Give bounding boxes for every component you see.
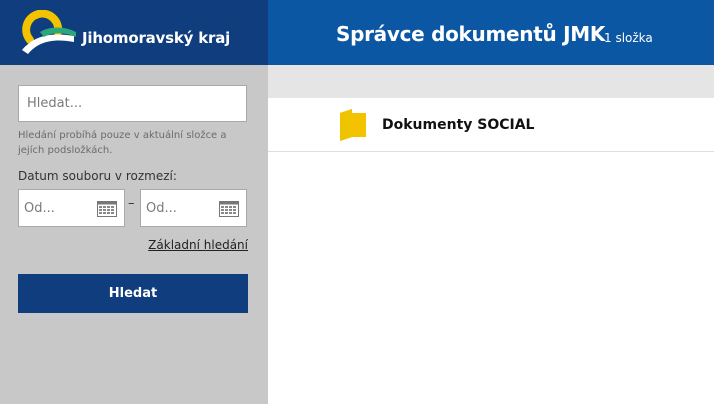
search-button[interactable]: Hledat bbox=[18, 274, 248, 313]
folder-count: 1 složka bbox=[604, 31, 653, 45]
date-range-label: Datum souboru v rozmezí: bbox=[18, 169, 177, 183]
date-from-field[interactable] bbox=[18, 189, 125, 227]
brand-name: Jihomoravský kraj bbox=[82, 29, 231, 47]
content-toolbar bbox=[268, 65, 714, 98]
search-sidebar: Hledání probíhá pouze v aktuální složce … bbox=[0, 65, 268, 404]
date-from-input[interactable] bbox=[19, 190, 95, 226]
calendar-icon[interactable] bbox=[97, 201, 117, 217]
calendar-icon[interactable] bbox=[219, 201, 239, 217]
list-item[interactable]: Dokumenty SOCIAL bbox=[268, 98, 714, 152]
date-to-field[interactable] bbox=[140, 189, 247, 227]
jmk-logo-icon bbox=[22, 10, 76, 54]
search-input[interactable] bbox=[18, 85, 247, 122]
logo-bar: Jihomoravský kraj bbox=[0, 0, 268, 65]
date-to-input[interactable] bbox=[141, 190, 217, 226]
folder-icon bbox=[340, 109, 366, 141]
basic-search-link[interactable]: Základní hledání bbox=[148, 238, 248, 252]
main-header: Správce dokumentů JMK 1 složka bbox=[268, 0, 714, 65]
search-hint: Hledání probíhá pouze v aktuální složce … bbox=[18, 130, 227, 156]
date-separator: – bbox=[128, 196, 135, 211]
page-title: Správce dokumentů JMK bbox=[336, 22, 606, 46]
folder-name: Dokumenty SOCIAL bbox=[382, 117, 535, 133]
